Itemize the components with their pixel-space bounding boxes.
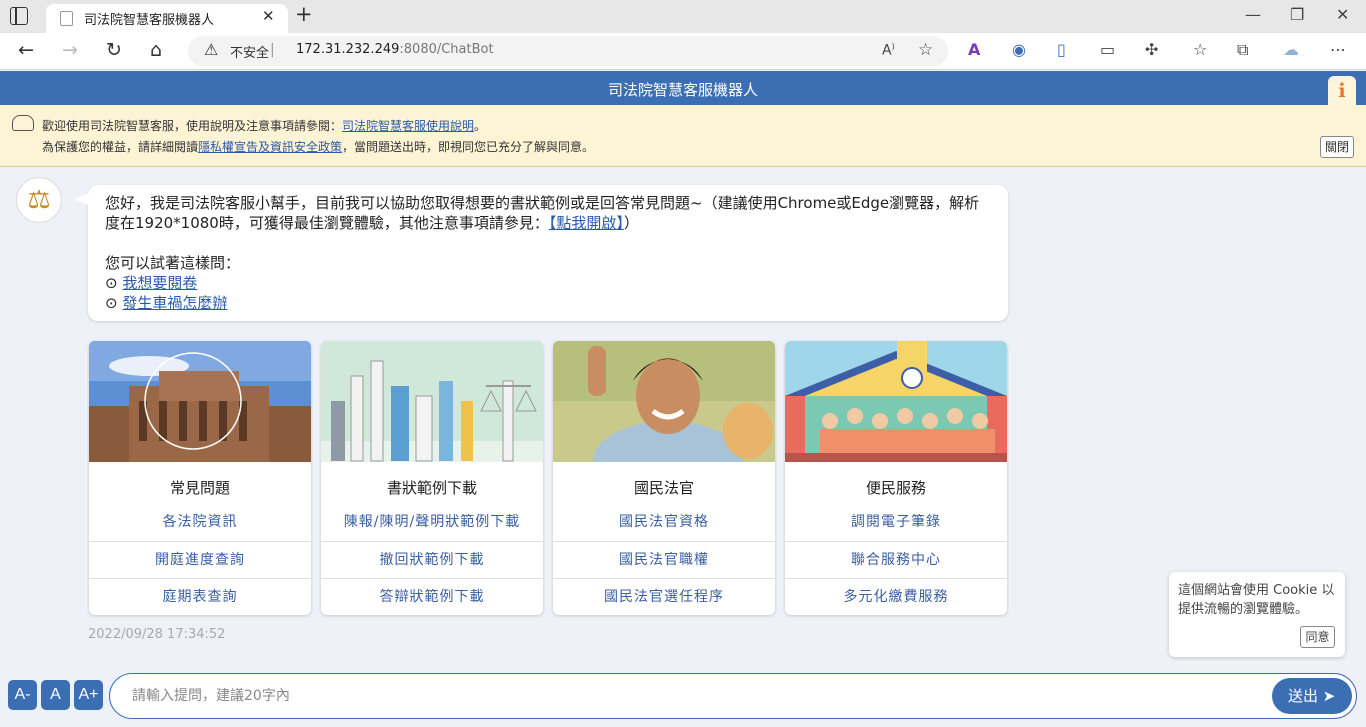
suggestion-item: ⊙ 發生車禍怎麼辦: [105, 293, 227, 313]
card-link[interactable]: 國民法官職權: [553, 541, 775, 578]
favorites-icon[interactable]: ☆: [1193, 41, 1207, 59]
card-link[interactable]: 答辯狀範例下載: [321, 578, 543, 615]
card-link[interactable]: 國民法官選任程序: [553, 578, 775, 615]
notice-text-1: 歡迎使用司法院智慧客服，使用說明及注意事項請參閱：: [42, 119, 343, 133]
warning-icon[interactable]: ⚠: [204, 40, 218, 59]
profile-icon[interactable]: ☁: [1283, 41, 1299, 59]
bot-message-end: ）: [623, 214, 639, 232]
browser-tab[interactable]: 司法院智慧客服機器人 ✕: [46, 4, 288, 33]
restore-icon[interactable]: ❐: [1290, 5, 1304, 24]
card-citizen-judges: 國民法官 國民法官資格 國民法官職權 國民法官選任程序: [553, 341, 775, 615]
forward-icon[interactable]: →: [62, 40, 78, 60]
read-aloud-icon[interactable]: A): [882, 42, 895, 59]
card-link[interactable]: 各法院資訊: [89, 504, 311, 541]
suggestion-link-car-accident[interactable]: 發生車禍怎麼辦: [122, 294, 227, 312]
window-close-icon[interactable]: ✕: [1336, 5, 1349, 24]
city-scales-image: [321, 341, 543, 462]
try-asking-label: 您可以試著這樣問：: [105, 254, 241, 272]
extension-chat-icon[interactable]: ▭: [1100, 41, 1115, 59]
message-input-box: 送出 ➤: [109, 673, 1357, 719]
notice-end-1: 。: [474, 119, 487, 133]
card-link[interactable]: 庭期表查詢: [89, 578, 311, 615]
url-host: 172.31.232.249: [296, 42, 400, 57]
notice-end-2: ，當問題送出時，即視同您已充分了解與同意。: [342, 140, 595, 154]
close-notice-button[interactable]: 關閉: [1320, 136, 1354, 158]
extension-circle-icon[interactable]: ◉: [1012, 41, 1026, 59]
robot-icon: [12, 115, 34, 131]
people-courthouse-image: [785, 341, 1007, 462]
home-icon[interactable]: ⌂: [150, 40, 162, 60]
url-text[interactable]: 172.31.232.249:8080/ChatBot: [296, 42, 494, 57]
url-separator: |: [270, 42, 275, 58]
info-icon[interactable]: i: [1328, 76, 1356, 106]
new-tab-icon[interactable]: +: [295, 3, 313, 25]
smiling-man-image: [553, 341, 775, 462]
add-favorite-icon[interactable]: ☆: [918, 40, 933, 60]
tab-actions-icon[interactable]: [10, 7, 28, 25]
minimize-icon[interactable]: —: [1245, 5, 1261, 24]
send-label: 送出: [1288, 687, 1319, 705]
cookie-popup: 這個網站會使用 Cookie 以提供流暢的瀏覽體驗。 同意: [1169, 572, 1345, 657]
notice-banner: 歡迎使用司法院智慧客服，使用說明及注意事項請參閱：司法院智慧客服使用說明。 為保…: [0, 105, 1366, 167]
send-button[interactable]: 送出 ➤: [1272, 678, 1352, 714]
open-notes-link[interactable]: 【點我開啟】: [549, 214, 624, 232]
font-decrease-button[interactable]: A-: [8, 680, 37, 710]
bot-avatar-scales-icon: ⚖: [16, 177, 62, 223]
bot-message-bubble: 您好，我是司法院客服小幫手，目前我可以協助您取得想要的書狀範例或是回答常見問題~…: [74, 185, 1008, 321]
extension-translate-icon[interactable]: A: [968, 41, 980, 59]
card-title: 國民法官: [633, 479, 694, 497]
court-building-image: [89, 341, 311, 462]
card-link[interactable]: 多元化繳費服務: [785, 578, 1007, 615]
usage-guide-link[interactable]: 司法院智慧客服使用說明: [342, 119, 474, 133]
card-pleading-templates: 書狀範例下載 陳報/陳明/聲明狀範例下載 撤回狀範例下載 答辯狀範例下載: [321, 341, 543, 615]
card-public-services: 便民服務 調閱電子筆錄 聯合服務中心 多元化繳費服務: [785, 341, 1007, 615]
notice-line-2: 為保護您的權益，請詳細閱讀隱私權宣告及資訊安全政策，當問題送出時，即視同您已充分…: [42, 138, 594, 155]
browser-tab-strip: 司法院智慧客服機器人 ✕ + — ❐ ✕: [0, 0, 1366, 33]
card-link[interactable]: 撤回狀範例下載: [321, 541, 543, 578]
bot-message-body: 您好，我是司法院客服小幫手，目前我可以協助您取得想要的書狀範例或是回答常見問題~…: [105, 194, 980, 232]
close-tab-icon[interactable]: ✕: [262, 7, 275, 25]
font-normal-button[interactable]: A: [41, 680, 70, 710]
bot-message-text: 您好，我是司法院客服小幫手，目前我可以協助您取得想要的書狀範例或是回答常見問題~…: [105, 193, 985, 233]
url-path: :8080/ChatBot: [399, 42, 494, 57]
card-faq: 常見問題 各法院資訊 開庭進度查詢 庭期表查詢: [89, 341, 311, 615]
url-bar[interactable]: ⚠ 不安全 | 172.31.232.249:8080/ChatBot A) ☆: [188, 36, 948, 66]
refresh-icon[interactable]: ↻: [106, 40, 122, 60]
card-link[interactable]: 陳報/陳明/聲明狀範例下載: [321, 504, 543, 541]
card-title: 書狀範例下載: [386, 479, 477, 497]
tab-title: 司法院智慧客服機器人: [84, 13, 215, 28]
address-toolbar: ← → ↻ ⌂ ⚠ 不安全 | 172.31.232.249:8080/Chat…: [0, 33, 1366, 70]
more-menu-icon[interactable]: ⋯: [1330, 41, 1346, 59]
bullet-icon: ⊙: [105, 274, 118, 292]
privacy-policy-link[interactable]: 隱私權宣告及資訊安全政策: [198, 140, 342, 154]
suggestion-item: ⊙ 我想要閱卷: [105, 273, 197, 293]
not-secure-label[interactable]: 不安全: [230, 42, 269, 61]
card-title: 常見問題: [169, 479, 230, 497]
cookie-agree-button[interactable]: 同意: [1300, 626, 1335, 648]
card-title: 便民服務: [865, 479, 926, 497]
extension-phone-icon[interactable]: ▯: [1057, 41, 1066, 59]
extensions-icon[interactable]: ✣: [1145, 41, 1158, 59]
send-arrow-icon: ➤: [1322, 687, 1336, 705]
card-link[interactable]: 調閱電子筆錄: [785, 504, 1007, 541]
notice-text-2: 為保護您的權益，請詳細閱讀: [42, 140, 199, 154]
app-header: 司法院智慧客服機器人 i: [0, 71, 1366, 106]
suggestion-link-read-files[interactable]: 我想要閱卷: [122, 274, 197, 292]
card-link[interactable]: 國民法官資格: [553, 504, 775, 541]
card-link[interactable]: 開庭進度查詢: [89, 541, 311, 578]
app-title: 司法院智慧客服機器人: [607, 81, 758, 99]
bullet-icon: ⊙: [105, 294, 118, 312]
card-link[interactable]: 聯合服務中心: [785, 541, 1007, 578]
question-input[interactable]: [132, 686, 1232, 706]
page-favicon-icon: [60, 11, 73, 26]
cookie-text: 這個網站會使用 Cookie 以提供流暢的瀏覽體驗。: [1178, 583, 1335, 617]
notice-line-1: 歡迎使用司法院智慧客服，使用說明及注意事項請參閱：司法院智慧客服使用說明。: [42, 117, 486, 134]
back-icon[interactable]: ←: [18, 40, 34, 60]
collections-icon[interactable]: ⧉: [1237, 41, 1248, 59]
message-timestamp: 2022/09/28 17:34:52: [88, 627, 226, 642]
font-increase-button[interactable]: A+: [74, 680, 103, 710]
